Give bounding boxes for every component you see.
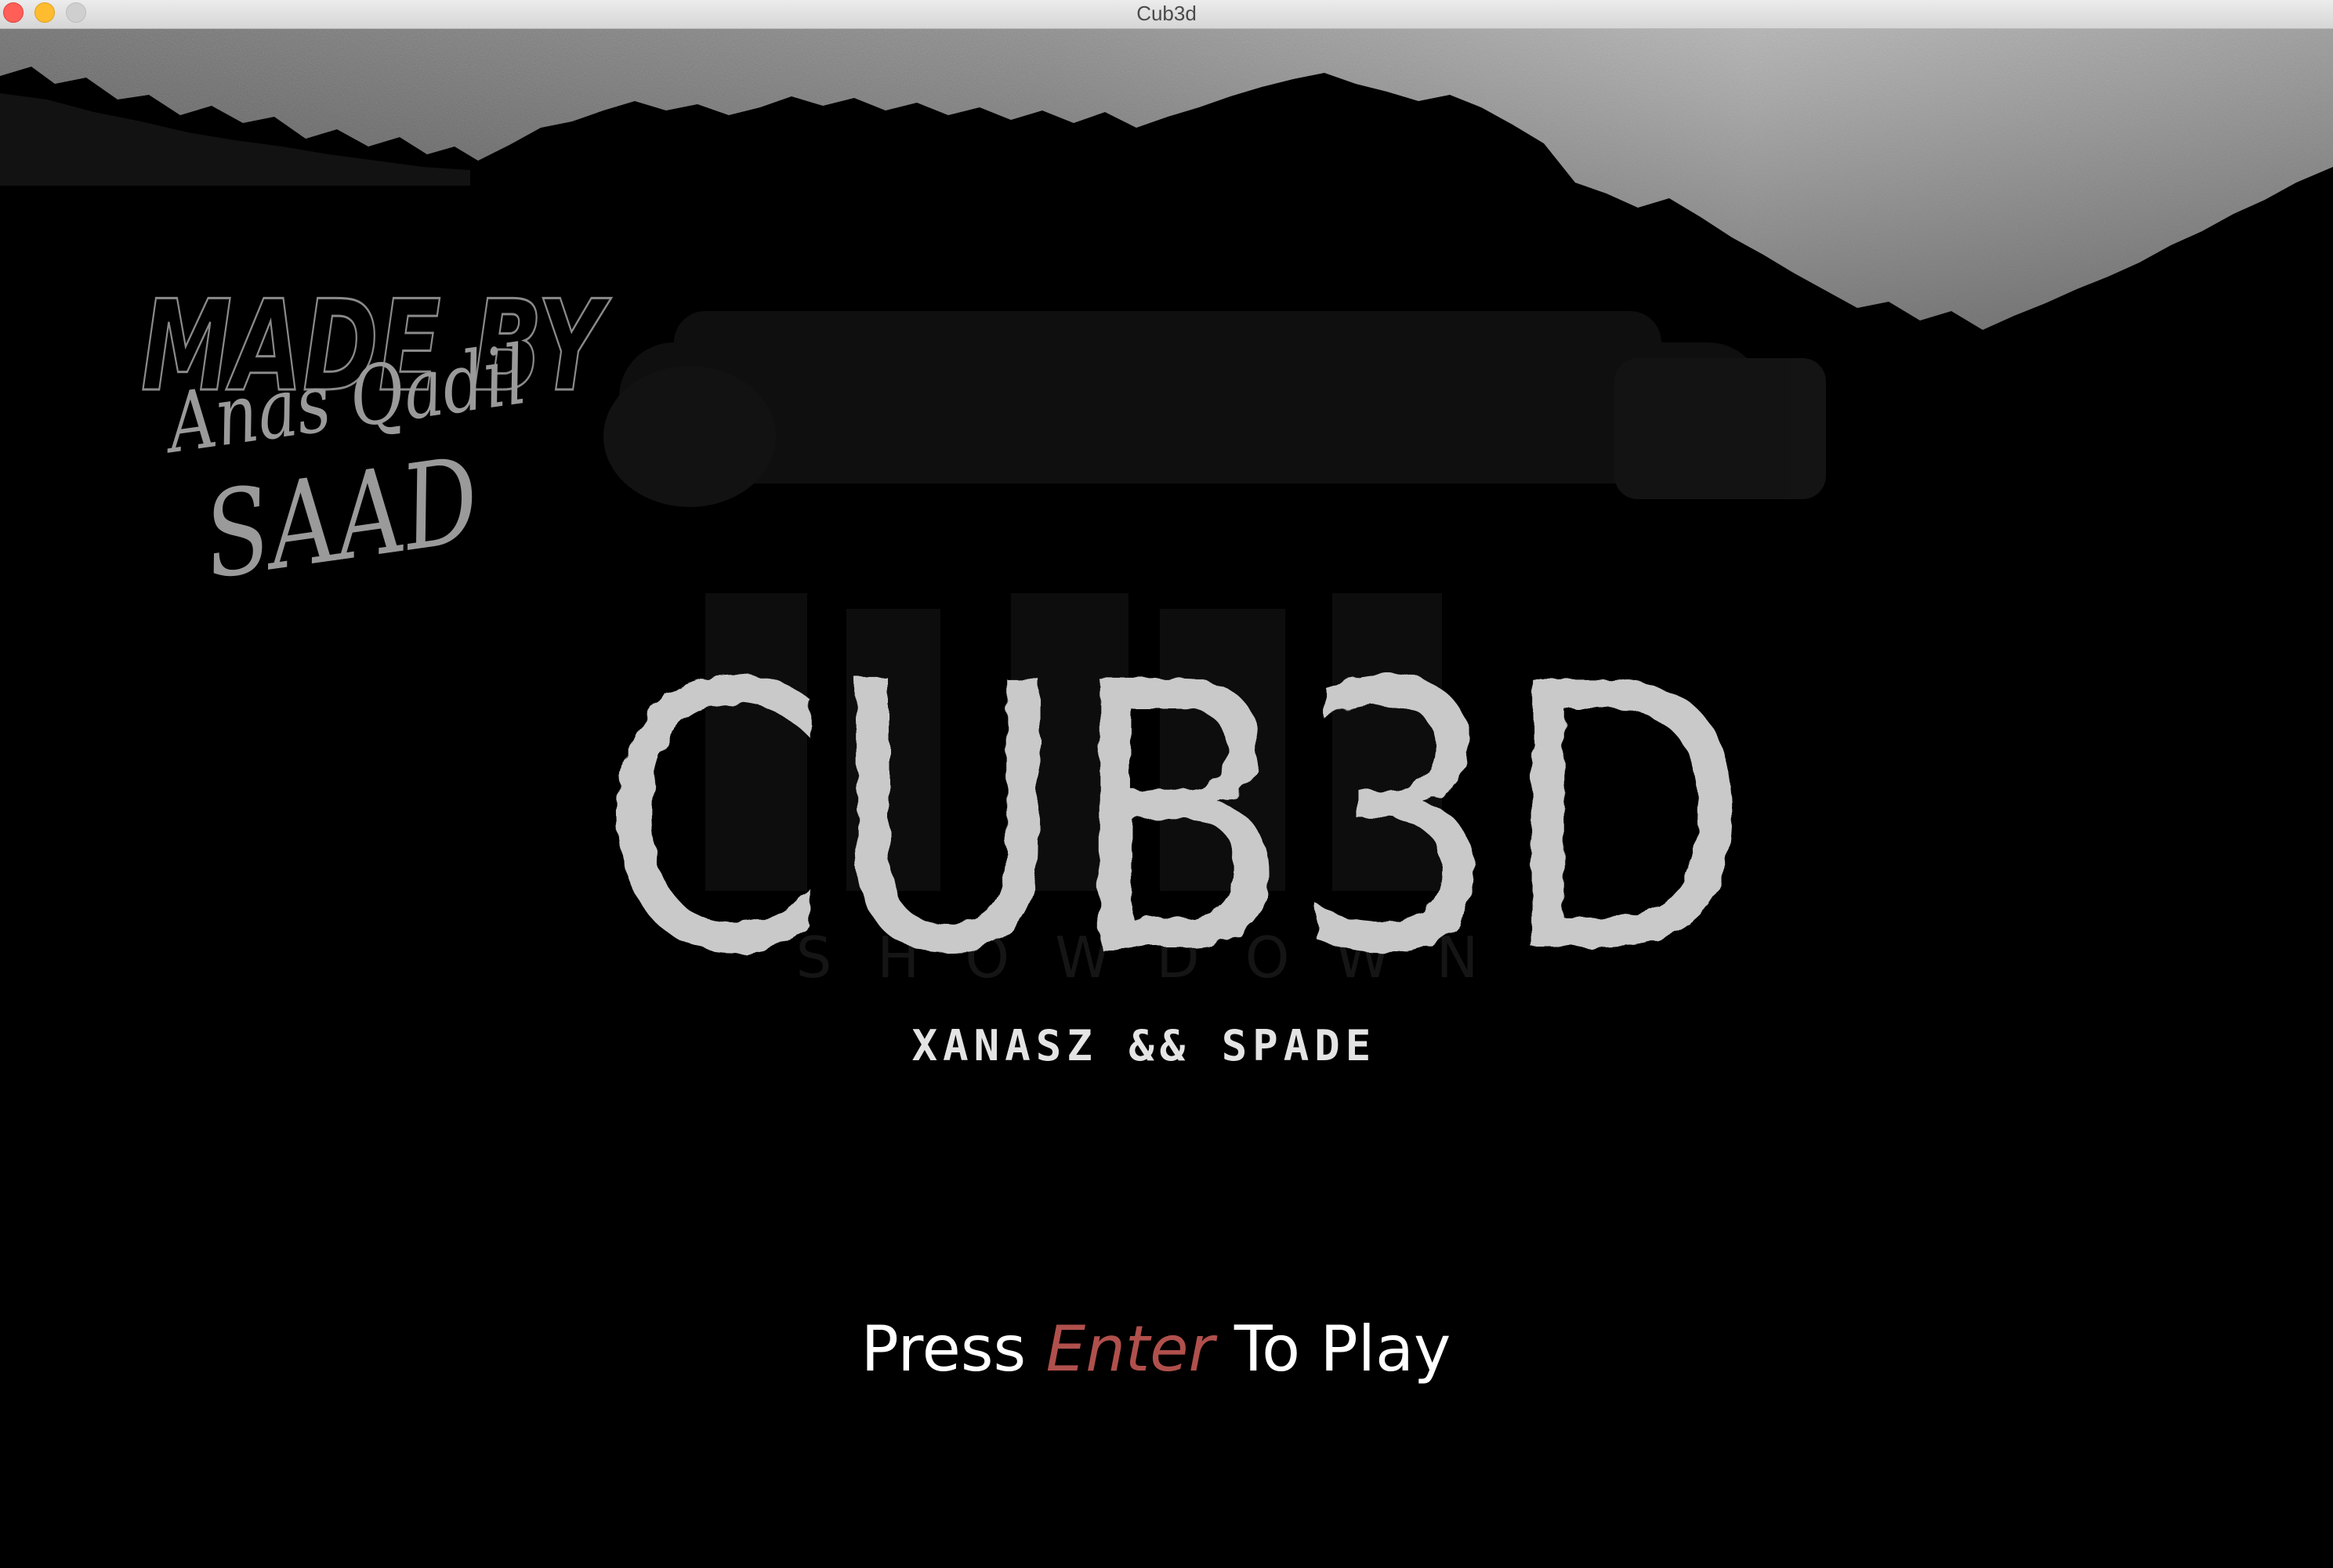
window-title: Cub3d — [1136, 2, 1197, 25]
logo-title: CUB3D — [600, 625, 1752, 993]
game-logo: CUB3D — [600, 625, 1752, 993]
prompt-key: Enter — [1045, 1313, 1215, 1385]
prompt-text-after: To Play — [1214, 1313, 1451, 1385]
title-bar[interactable]: Cub3d — [0, 0, 2333, 29]
prompt-text-before: Press — [860, 1313, 1046, 1385]
credits-graphic: MADE BY Anas Qadil SAAD — [140, 272, 613, 606]
game-canvas[interactable]: SHOWDOWN MADE BY Anas Qadil SAAD CUB3D X… — [0, 29, 2333, 1568]
game-window: Cub3d SHOWDOWN MADE BY Anas Qadil SAAD C… — [0, 0, 2333, 1568]
authors-subtitle: XANASZ && SPADE — [911, 1021, 1377, 1070]
start-prompt: Press Enter To Play — [0, 1313, 2312, 1385]
